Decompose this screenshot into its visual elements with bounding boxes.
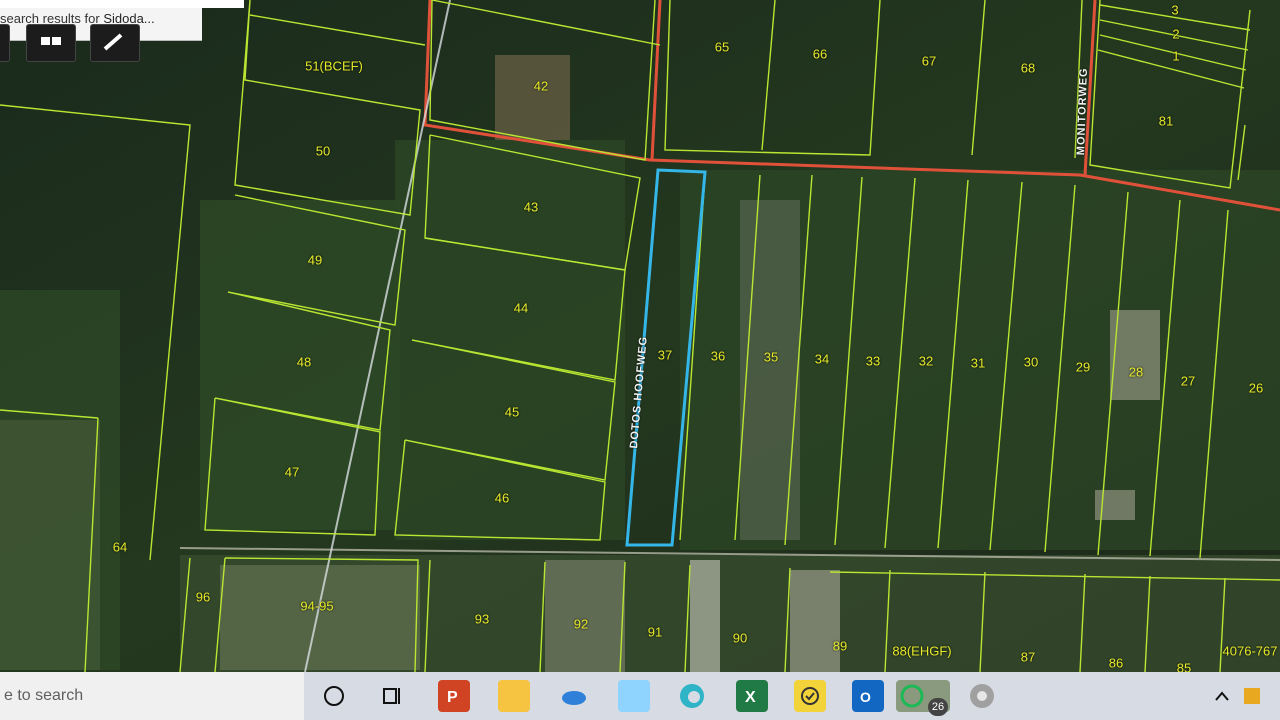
plot-label-86: 86 bbox=[1108, 655, 1124, 671]
grid-icon bbox=[41, 37, 61, 45]
svg-text:O: O bbox=[860, 689, 871, 705]
plot-label-46: 46 bbox=[494, 490, 510, 506]
plot-label-44: 44 bbox=[513, 300, 529, 316]
plot-label-88ehgf: 88(EHGF) bbox=[892, 643, 952, 659]
chevron-up-icon[interactable] bbox=[1206, 680, 1238, 712]
plot-label-92: 92 bbox=[573, 616, 589, 632]
plot-label-67: 67 bbox=[921, 53, 937, 69]
taskbar: e to search P X O 26 bbox=[0, 672, 1280, 720]
plot-label-89: 89 bbox=[832, 638, 848, 654]
notes-icon[interactable] bbox=[618, 680, 650, 712]
plot-label-31: 31 bbox=[970, 355, 986, 371]
plot-label-35: 35 bbox=[763, 349, 779, 365]
plot-label-30: 30 bbox=[1023, 354, 1039, 370]
onedrive-icon[interactable] bbox=[558, 680, 590, 712]
plot-label-47: 47 bbox=[284, 464, 300, 480]
plot-label-32: 32 bbox=[918, 353, 934, 369]
task-view-icon[interactable] bbox=[376, 680, 408, 712]
plot-label-64: 64 bbox=[112, 539, 128, 555]
plot-label-33: 33 bbox=[865, 353, 881, 369]
plot-label-29: 29 bbox=[1075, 359, 1091, 375]
ruler-icon bbox=[103, 33, 123, 51]
taskbar-search[interactable]: e to search bbox=[0, 672, 304, 720]
edge-icon[interactable] bbox=[676, 680, 708, 712]
plot-label-87: 87 bbox=[1020, 649, 1036, 665]
plot-label-28: 28 bbox=[1128, 364, 1144, 380]
svg-text:P: P bbox=[447, 689, 458, 706]
plot-label-48: 48 bbox=[296, 354, 312, 370]
tray-app-icon[interactable] bbox=[1236, 680, 1268, 712]
chrome-icon[interactable] bbox=[966, 680, 998, 712]
plot-label-43: 43 bbox=[523, 199, 539, 215]
plot-label-3: 3 bbox=[1171, 2, 1179, 18]
measure-tool-button[interactable] bbox=[90, 24, 140, 62]
plot-label-93: 93 bbox=[474, 611, 490, 627]
plot-label-37: 37 bbox=[657, 347, 673, 363]
plot-label-96: 96 bbox=[195, 589, 211, 605]
plot-label-91: 91 bbox=[647, 624, 663, 640]
cortana-icon[interactable] bbox=[318, 680, 350, 712]
plot-label-90: 90 bbox=[732, 630, 748, 646]
outlook-icon[interactable]: O bbox=[852, 680, 884, 712]
plot-label-68: 68 bbox=[1020, 60, 1036, 76]
plot-label-42: 42 bbox=[533, 78, 549, 94]
plot-label-34: 34 bbox=[814, 351, 830, 367]
plot-label-66: 66 bbox=[812, 46, 828, 62]
whatsapp-badge: 26 bbox=[928, 698, 948, 716]
left-edge-button[interactable] bbox=[0, 24, 10, 62]
plot-label-2: 2 bbox=[1172, 26, 1180, 42]
svg-text:X: X bbox=[745, 689, 756, 706]
todo-icon[interactable] bbox=[794, 680, 826, 712]
powerpoint-icon[interactable]: P bbox=[438, 680, 470, 712]
file-explorer-icon[interactable] bbox=[498, 680, 530, 712]
excel-icon[interactable]: X bbox=[736, 680, 768, 712]
plot-label-4076-767: 4076-767 bbox=[1222, 643, 1278, 659]
plot-label-51bcef: 51(BCEF) bbox=[305, 58, 363, 74]
plot-label-45: 45 bbox=[504, 404, 520, 420]
grid-view-button[interactable] bbox=[26, 24, 76, 62]
plot-label-1: 1 bbox=[1172, 48, 1180, 64]
plot-label-49: 49 bbox=[307, 252, 323, 268]
plot-label-65: 65 bbox=[714, 39, 730, 55]
plot-label-81: 81 bbox=[1158, 113, 1174, 129]
plot-label-26: 26 bbox=[1248, 380, 1264, 396]
plot-label-27: 27 bbox=[1180, 373, 1196, 389]
plot-label-94-95: 94-95 bbox=[300, 598, 334, 614]
plot-label-50: 50 bbox=[315, 143, 331, 159]
plot-label-36: 36 bbox=[710, 348, 726, 364]
